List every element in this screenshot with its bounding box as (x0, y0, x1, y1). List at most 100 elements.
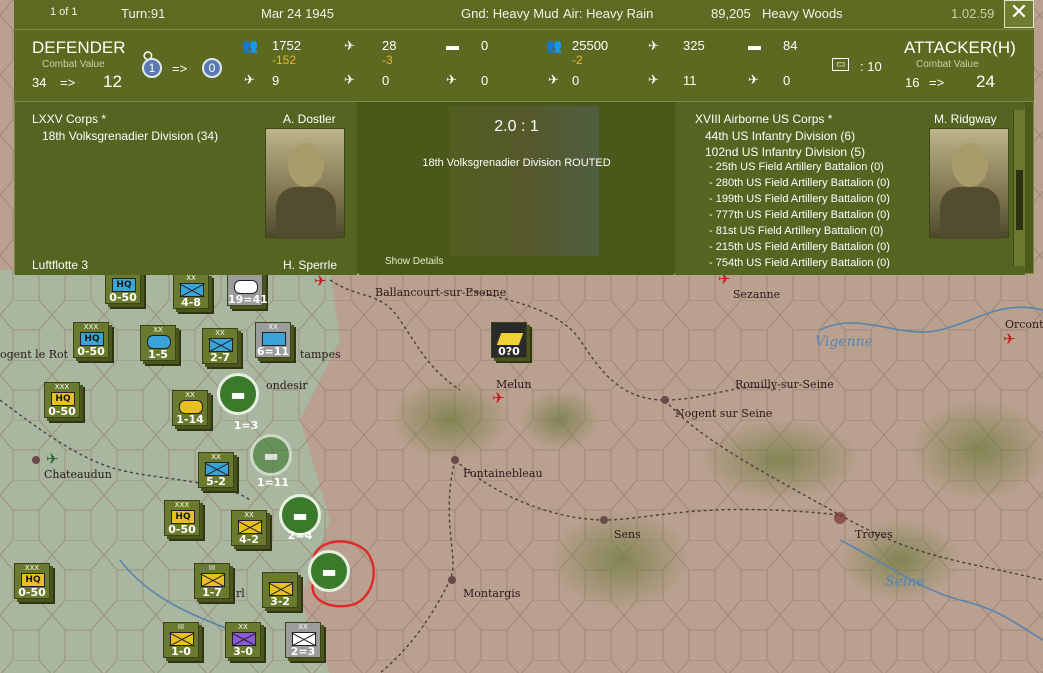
airfield-icon[interactable]: ✈ (1003, 330, 1016, 348)
terrain-count: 89,205 (711, 6, 751, 21)
result-column: 2.0 : 1 18th Volksgrenadier Division ROU… (359, 102, 674, 275)
hq-counter[interactable]: XXX HQ 0-50 (44, 382, 80, 418)
attacker-title: ATTACKER(H) (904, 38, 1016, 57)
attacker-unit: - 280th US Field Artillery Battalion (0) (709, 177, 890, 189)
unit-counter[interactable]: XX 6=11 (255, 322, 291, 358)
attacker-division: 44th US Infantry Division (6) (705, 129, 856, 143)
tank-icon: ▬ (446, 38, 459, 53)
bomber-icon: ✈ (648, 72, 659, 87)
defender-guns: 9 (272, 73, 280, 88)
town-label: tampes (300, 348, 341, 361)
terrain-label: Heavy Woods (762, 6, 843, 21)
aircraft-icon: ✈ (244, 72, 255, 87)
defender-fort-from: 1 (142, 58, 162, 78)
attacker-division: 102nd US Infantry Division (5) (705, 145, 866, 159)
fort-arrow: => (172, 61, 188, 76)
defender-aa: 28 (382, 38, 397, 53)
commander-portrait (929, 128, 1009, 239)
close-button[interactable]: ✕ (1004, 0, 1034, 28)
town-label: Sezanne (733, 288, 781, 301)
attacker-aa: 325 (683, 38, 705, 53)
defender-column: LXXV Corps * A. Dostler 18th Volksgrenad… (15, 102, 357, 275)
defender-division: 18th Volksgrenadier Division (34) (42, 129, 219, 143)
attacker-bridge: : 10 (860, 59, 882, 74)
unit-counter[interactable]: 1=11 (255, 452, 291, 488)
attacker-unit: - 199th US Field Artillery Battalion (0) (709, 193, 890, 205)
attacker-planes: 11 (683, 73, 697, 88)
combat-summary: DEFENDER Combat Value 34 => 12 ⚲ 1 => 0 … (14, 29, 1034, 101)
commander-portrait (265, 128, 345, 239)
town-label: Montargis (463, 587, 521, 600)
attacker-cv-label: Combat Value (916, 59, 979, 70)
unit-counter[interactable]: 3-2 (262, 572, 298, 608)
unit-counter[interactable]: XX 1-14 (172, 390, 208, 426)
unit-counter[interactable]: III 1-0 (163, 622, 199, 658)
defender-men: 1752 (272, 38, 301, 53)
defender-commander: A. Dostler (283, 112, 336, 126)
attacker-guns: 0 (572, 73, 580, 88)
attacker-cv-arrow: => (929, 75, 945, 90)
unit-counter[interactable]: 2=4 (282, 505, 318, 541)
defender-cv-arrow: => (60, 75, 76, 90)
airfield-icon[interactable]: ✈ (492, 389, 505, 407)
date-label: Mar 24 1945 (261, 6, 334, 21)
hq-counter[interactable]: XXX HQ 0-50 (73, 322, 109, 358)
unit-counter[interactable]: XX 3-0 (225, 622, 261, 658)
town-label: Fontainebleau (463, 467, 543, 480)
town-label: ogent le Rot (0, 348, 69, 361)
defender-air2: 0 (481, 73, 489, 88)
attacker-commander: M. Ridgway (934, 112, 997, 126)
unit-counter[interactable]: 0?0 (491, 322, 527, 358)
close-icon: ✕ (1009, 0, 1029, 25)
attacker-column: XVIII Airborne US Corps * M. Ridgway 44t… (675, 102, 1025, 275)
town-label: Chateaudun (44, 468, 112, 481)
unit-counter[interactable]: XX 2-7 (202, 328, 238, 364)
unit-counter[interactable]: XX 5-2 (198, 452, 234, 488)
hq-counter[interactable]: XXX HQ 0-50 (164, 500, 200, 536)
show-details-link[interactable]: Show Details (385, 256, 443, 267)
town-label: ondesir (266, 379, 308, 392)
defender-planes: 0 (382, 73, 390, 88)
unit-counter[interactable]: XX 1-5 (140, 325, 176, 361)
town-label: Troyes (855, 528, 893, 541)
scrollbar-thumb[interactable] (1016, 170, 1023, 230)
jet-icon: ✈ (648, 38, 659, 53)
unit-counter[interactable]: 1=3 (228, 395, 264, 431)
aircraft-icon: ✈ (548, 72, 559, 87)
town-label: Nogent sur Seine (675, 407, 773, 420)
river-label: Seine (885, 574, 925, 590)
defender-title: DEFENDER (32, 38, 126, 57)
infantry-icon: 👥 (242, 38, 259, 53)
combat-odds: 2.0 : 1 (494, 118, 539, 135)
attacker-scrollbar[interactable] (1013, 110, 1025, 266)
river-label: Vigenne (815, 334, 873, 350)
infantry-icon: 👥 (546, 38, 563, 53)
unit-counter[interactable]: III 1-7 (194, 563, 230, 599)
defender-cv-from: 34 (32, 75, 47, 90)
ground-condition: Gnd: Heavy Mud (461, 6, 559, 21)
airfield-icon[interactable]: ✈ (46, 450, 59, 468)
air-condition: Air: Heavy Rain (563, 6, 654, 21)
combat-report-panel: 1 of 1 Turn:91 Mar 24 1945 Gnd: Heavy Mu… (0, 0, 1043, 275)
unit-counter[interactable]: 19=41 (227, 270, 268, 306)
attacker-cv-from: 16 (905, 75, 920, 90)
attacker-unit: - 754th US Field Artillery Battalion (0) (709, 257, 890, 269)
selected-unit-roundel[interactable]: ▬ (308, 550, 350, 592)
attacker-unit: - 215th US Field Artillery Battalion (0) (709, 241, 890, 253)
bridge-icon: ▭ (832, 58, 850, 71)
unit-counter[interactable]: XX 2=3 (285, 622, 321, 658)
tank-icon: ▬ (748, 38, 761, 53)
hq-counter[interactable]: XXX HQ 0-50 (14, 563, 50, 599)
defender-cv-to: 12 (103, 72, 122, 91)
town-label: Ballancourt-sur-Esonne (375, 286, 507, 299)
unit-counter[interactable]: XX 4-8 (173, 273, 209, 309)
tank-icon: ▬ (321, 561, 337, 581)
attacker-unit: - 777th US Field Artillery Battalion (0) (709, 209, 890, 221)
attacker-cv-to: 24 (976, 72, 995, 91)
attacker-men-loss: -2 (572, 53, 583, 67)
town-label: Romilly-sur-Seine (735, 378, 834, 391)
defender-tanks: 0 (481, 38, 489, 53)
defender-men-loss: -152 (272, 53, 297, 67)
unit-counter[interactable]: XX 4-2 (231, 510, 267, 546)
town-label: Sens (614, 528, 641, 541)
